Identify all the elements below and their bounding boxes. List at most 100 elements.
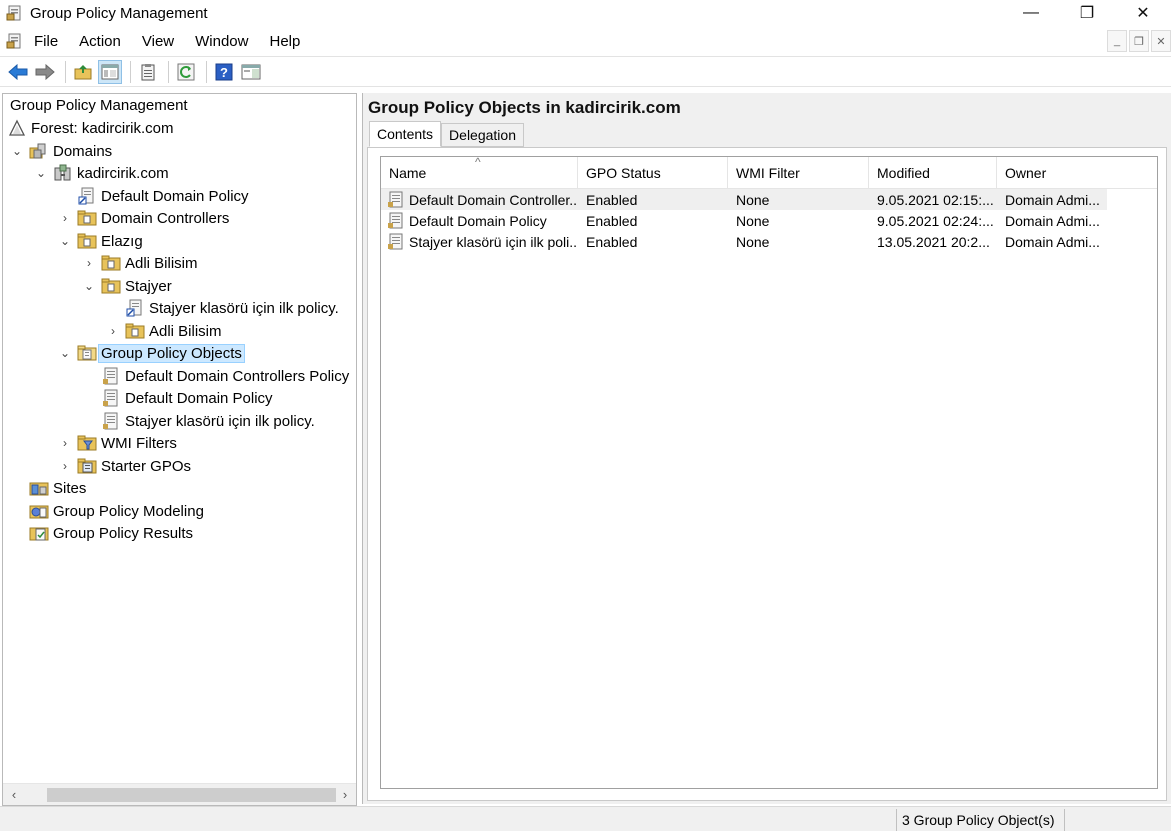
close-button[interactable]: ✕	[1115, 0, 1171, 26]
tree-item-adli-bilisim[interactable]: › Adli Bilisim	[81, 252, 198, 274]
cell-name-text: Default Domain Policy	[409, 212, 547, 229]
mdi-minimize-button[interactable]: _	[1107, 30, 1127, 52]
show-hide-tree-button[interactable]	[98, 59, 122, 84]
tab-delegation[interactable]: Delegation	[441, 123, 524, 147]
chevron-right-icon[interactable]: ›	[105, 323, 121, 339]
chevron-down-icon[interactable]: ⌄	[9, 143, 25, 159]
forward-button[interactable]	[33, 60, 57, 84]
cell-modified: 9.05.2021 02:15:...	[877, 191, 994, 208]
refresh-button[interactable]	[174, 60, 198, 84]
column-header-modified[interactable]: Modified	[869, 157, 997, 189]
tree-item-gpo-default-domain-policy[interactable]: Default Domain Policy	[101, 387, 273, 409]
status-bar: 3 Group Policy Object(s)	[0, 806, 1171, 831]
chevron-down-icon[interactable]: ⌄	[33, 165, 49, 181]
tree-root-label[interactable]: Group Policy Management	[10, 97, 188, 114]
help-button[interactable]: ?	[212, 60, 236, 84]
table-row[interactable]: Stajyer klasörü için ilk poli... Enabled…	[381, 231, 1107, 252]
domain-icon	[53, 164, 73, 182]
tree-item-gpo-default-domain-controllers[interactable]: Default Domain Controllers Policy	[101, 365, 349, 387]
minimize-button[interactable]: —	[1003, 0, 1059, 26]
tree-item-starter-gpos[interactable]: › Starter GPOs	[57, 455, 191, 477]
tree-item-label: Sites	[53, 479, 87, 497]
cell-wmi-filter: None	[736, 233, 770, 250]
scroll-left-icon[interactable]: ‹	[3, 784, 25, 806]
tree-item-label: Default Domain Policy	[101, 187, 249, 205]
column-header-label: Name	[389, 165, 427, 181]
menu-action[interactable]: Action	[79, 33, 133, 50]
column-header-name[interactable]: ^ Name	[381, 155, 578, 189]
gpo-list[interactable]: ^ Name GPO Status WMI Filter Modified Ow…	[380, 155, 1158, 789]
table-row[interactable]: Default Domain Policy Enabled None 9.05.…	[381, 210, 1107, 231]
menu-file[interactable]: File	[34, 33, 70, 50]
chevron-right-icon[interactable]: ›	[57, 210, 73, 226]
tree-item-domain-kadircirik[interactable]: ⌄ kadircirik.com	[33, 162, 169, 184]
mdi-close-button[interactable]: ✕	[1151, 30, 1171, 52]
tree-item-elazig[interactable]: ⌄ Elazıg	[57, 230, 143, 252]
tree-item-group-policy-results[interactable]: Group Policy Results	[29, 522, 193, 544]
tree-item-label: Forest: kadircirik.com	[31, 119, 174, 137]
tree-item-group-policy-modeling[interactable]: Group Policy Modeling	[29, 500, 204, 522]
tree-item-wmi-filters[interactable]: › WMI Filters	[57, 432, 177, 454]
tree-item-sites[interactable]: Sites	[29, 477, 86, 499]
toolbar-separator	[130, 60, 131, 83]
gpo-icon	[388, 212, 403, 229]
toolbar-separator	[168, 60, 169, 83]
cell-modified: 13.05.2021 20:2...	[877, 233, 990, 250]
column-header-gpo-status[interactable]: GPO Status	[578, 157, 728, 189]
ou-icon	[77, 209, 97, 227]
status-separator	[1064, 809, 1065, 831]
chevron-down-icon[interactable]: ⌄	[57, 233, 73, 249]
cell-name: Stajyer klasörü için ilk poli...	[381, 233, 578, 250]
scroll-right-icon[interactable]: ›	[334, 784, 356, 806]
tree-item-adli-bilisim-nested[interactable]: › Adli Bilisim	[105, 320, 222, 342]
sort-ascending-icon: ^	[475, 155, 481, 169]
chevron-down-icon[interactable]: ⌄	[81, 278, 97, 294]
gpo-link-icon	[77, 187, 97, 205]
back-button[interactable]	[6, 60, 30, 84]
tree-horizontal-scrollbar[interactable]: ‹ ›	[3, 783, 356, 805]
tree-item-label: Group Policy Modeling	[53, 502, 204, 520]
chevron-right-icon[interactable]: ›	[81, 255, 97, 271]
cell-name: Default Domain Policy	[381, 212, 578, 229]
mdi-document-icon[interactable]	[6, 32, 24, 50]
tree-item-label: Stajyer klasörü için ilk policy.	[125, 412, 315, 430]
toolbar-separator	[65, 60, 66, 83]
cell-wmi-filter: None	[736, 191, 770, 208]
up-folder-button[interactable]	[71, 60, 95, 84]
cell-wmi-filter: None	[736, 212, 770, 229]
chevron-right-icon[interactable]: ›	[57, 435, 73, 451]
action-pane-button[interactable]	[239, 60, 263, 84]
mdi-restore-button[interactable]: ❐	[1129, 30, 1149, 52]
table-row[interactable]: Default Domain Controller... Enabled Non…	[381, 189, 1107, 210]
properties-button[interactable]	[136, 60, 160, 84]
status-text: 3 Group Policy Object(s)	[902, 812, 1055, 828]
tree-item-domains[interactable]: ⌄ Domains	[9, 140, 112, 162]
chevron-down-icon[interactable]: ⌄	[57, 345, 73, 361]
tree-item-stajyer[interactable]: ⌄ Stajyer	[81, 275, 172, 297]
chevron-right-icon[interactable]: ›	[57, 458, 73, 474]
tree-item-label: Stajyer klasörü için ilk policy.	[149, 299, 339, 317]
scrollbar-thumb[interactable]	[47, 788, 336, 802]
tree-item-domain-controllers[interactable]: › Domain Controllers	[57, 207, 229, 229]
column-header-wmi-filter[interactable]: WMI Filter	[728, 157, 869, 189]
menu-help[interactable]: Help	[269, 33, 312, 50]
console-tree-pane: Group Policy Management Forest: kadircir…	[2, 93, 357, 806]
title-bar: Group Policy Management — ❐ ✕	[0, 0, 1171, 26]
gpo-icon	[101, 412, 121, 430]
tab-strip: Contents Delegation	[369, 121, 524, 147]
gpo-icon	[388, 233, 403, 250]
tree-item-group-policy-objects[interactable]: ⌄ Group Policy Objects	[57, 342, 245, 364]
menu-window[interactable]: Window	[195, 33, 260, 50]
tree-item-default-domain-policy-link[interactable]: Default Domain Policy	[77, 185, 249, 207]
tree-item-stajyer-policy-link[interactable]: Stajyer klasörü için ilk policy.	[125, 297, 339, 319]
column-header-owner[interactable]: Owner	[997, 157, 1155, 189]
menu-view[interactable]: View	[142, 33, 186, 50]
cell-owner: Domain Admi...	[1005, 191, 1100, 208]
cell-owner: Domain Admi...	[1005, 233, 1100, 250]
tree-item-forest[interactable]: Forest: kadircirik.com	[7, 117, 174, 139]
gpm-app-icon	[6, 5, 21, 21]
tree-item-gpo-stajyer-policy[interactable]: Stajyer klasörü için ilk policy.	[101, 410, 315, 432]
maximize-button[interactable]: ❐	[1059, 0, 1115, 26]
tab-contents[interactable]: Contents	[369, 121, 442, 147]
gpo-icon	[101, 389, 121, 407]
